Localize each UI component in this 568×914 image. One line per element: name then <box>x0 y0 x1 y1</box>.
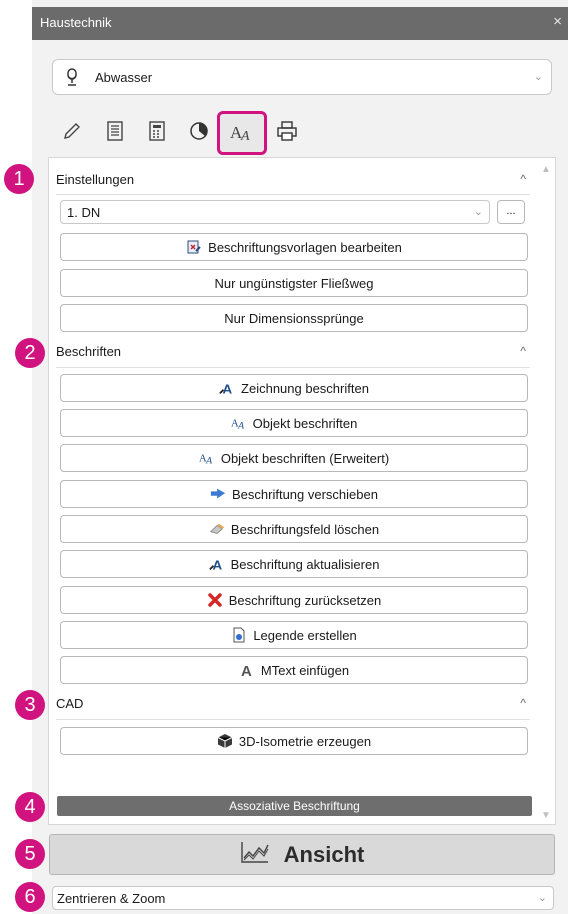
water-drop-icon <box>65 68 79 91</box>
button-label: Objekt beschriften (Erweitert) <box>220 450 390 466</box>
svg-text:A: A <box>241 663 252 678</box>
create-3d-isometry-button[interactable]: 3D-Isometrie erzeugen <box>60 727 528 755</box>
annotation-marker-4: 4 <box>15 792 45 822</box>
tab-list[interactable] <box>98 115 132 149</box>
label-drawing-icon: A <box>219 380 235 396</box>
section-title-beschriften: Beschriften <box>56 344 122 359</box>
svg-text:A: A <box>237 420 244 431</box>
button-label: MText einfügen <box>260 662 350 678</box>
button-label: Beschriftungsfeld löschen <box>230 521 380 537</box>
insert-mtext-button[interactable]: A MText einfügen <box>60 656 528 684</box>
section-divider <box>56 367 530 368</box>
section-cad[interactable]: CAD ^ <box>56 692 530 716</box>
tab-edit[interactable] <box>55 115 89 149</box>
worst-flowpath-button[interactable]: Nur ungünstigster Fließweg <box>60 269 528 297</box>
button-label: Beschriftung zurücksetzen <box>228 592 382 608</box>
zoom-dropdown[interactable]: Zentrieren & Zoom ⌄ <box>52 886 554 910</box>
associative-labeling-bar[interactable]: Assoziative Beschriftung <box>57 796 532 816</box>
section-einstellungen[interactable]: Einstellungen ^ <box>56 168 530 192</box>
dn-select-value: 1. DN <box>67 205 101 220</box>
zoom-dropdown-value: Zentrieren & Zoom <box>57 891 166 906</box>
button-label: 3D-Isometrie erzeugen <box>238 733 372 749</box>
red-x-icon <box>207 592 223 608</box>
svg-text:A: A <box>212 557 222 572</box>
scroll-up-icon[interactable]: ▲ <box>541 164 551 175</box>
collapse-caret-icon[interactable]: ^ <box>520 172 526 186</box>
calculator-icon <box>147 120 167 145</box>
edit-label-templates-button[interactable]: Beschriftungsvorlagen bearbeiten <box>60 233 528 261</box>
line-chart-icon <box>240 840 270 870</box>
svg-text:A: A <box>205 455 212 466</box>
scroll-down-icon[interactable]: ▼ <box>541 810 551 821</box>
button-label: Nur Dimensionssprünge <box>224 310 364 326</box>
template-edit-icon <box>186 239 202 255</box>
text-label-icon: AA <box>229 121 255 146</box>
legend-icon <box>231 627 247 643</box>
ansicht-label: Ansicht <box>283 841 365 867</box>
section-divider <box>56 194 530 195</box>
button-label: Legende erstellen <box>253 627 357 643</box>
dimension-jumps-button[interactable]: Nur Dimensionssprünge <box>60 304 528 332</box>
mtext-icon: A <box>239 662 255 678</box>
annotation-marker-6: 6 <box>15 882 45 912</box>
system-dropdown-value: Abwasser <box>95 70 153 85</box>
chevron-down-icon: ⌄ <box>473 205 483 218</box>
printer-icon <box>276 120 298 145</box>
collapse-caret-icon[interactable]: ^ <box>520 696 526 710</box>
annotation-marker-1: 1 <box>4 164 34 194</box>
svg-text:A: A <box>240 129 250 143</box>
text-label-icon: AA <box>199 450 215 466</box>
section-title-einstellungen: Einstellungen <box>56 172 135 187</box>
window-title: Haustechnik <box>40 15 112 30</box>
pie-chart-icon <box>188 120 210 145</box>
reset-label-button[interactable]: Beschriftung zurücksetzen <box>60 586 528 614</box>
button-label: Zeichnung beschriften <box>241 380 369 396</box>
text-label-icon: AA <box>231 415 247 431</box>
update-label-icon: A <box>208 556 225 572</box>
close-icon[interactable]: × <box>553 13 562 30</box>
button-label: Objekt beschriften <box>252 415 358 431</box>
update-label-button[interactable]: A Beschriftung aktualisieren <box>60 550 528 578</box>
label-drawing-button[interactable]: A Zeichnung beschriften <box>60 374 528 402</box>
title-bar: Haustechnik × <box>32 7 568 40</box>
button-label: Nur ungünstigster Fließweg <box>214 275 374 291</box>
section-title-cad: CAD <box>56 696 84 711</box>
annotation-marker-5: 5 <box>15 839 45 869</box>
button-label: Beschriftungsvorlagen bearbeiten <box>208 239 402 255</box>
associative-labeling-label: Assoziative Beschriftung <box>229 799 360 813</box>
button-label: Beschriftung verschieben <box>232 486 378 502</box>
pencil-icon <box>62 121 82 144</box>
system-dropdown[interactable]: Abwasser ⌄ <box>52 59 552 95</box>
tab-labeling[interactable]: AA <box>217 111 267 155</box>
more-options-button[interactable]: ... <box>497 200 525 224</box>
create-legend-button[interactable]: Legende erstellen <box>60 621 528 649</box>
section-beschriften[interactable]: Beschriften ^ <box>56 340 530 364</box>
ansicht-button[interactable]: Ansicht <box>49 834 555 875</box>
section-divider <box>56 719 530 720</box>
move-label-button[interactable]: Beschriftung verschieben <box>60 480 528 508</box>
cube-icon <box>217 733 233 749</box>
chevron-down-icon: ⌄ <box>537 891 547 904</box>
button-label: Beschriftung aktualisieren <box>230 556 380 572</box>
tab-print[interactable] <box>270 115 304 149</box>
chevron-down-icon: ⌄ <box>533 70 543 83</box>
dn-select[interactable]: 1. DN ⌄ <box>60 200 490 224</box>
svg-text:A: A <box>223 381 233 396</box>
label-object-button[interactable]: AA Objekt beschriften <box>60 409 528 437</box>
collapse-caret-icon[interactable]: ^ <box>520 344 526 358</box>
tab-calculate[interactable] <box>140 115 174 149</box>
label-object-extended-button[interactable]: AA Objekt beschriften (Erweitert) <box>60 444 528 472</box>
move-arrow-icon <box>210 486 226 502</box>
list-icon <box>105 120 125 145</box>
eraser-icon <box>209 521 225 537</box>
delete-label-field-button[interactable]: Beschriftungsfeld löschen <box>60 515 528 543</box>
annotation-marker-2: 2 <box>15 338 45 368</box>
annotation-marker-3: 3 <box>15 690 45 720</box>
tab-analysis[interactable] <box>182 115 216 149</box>
